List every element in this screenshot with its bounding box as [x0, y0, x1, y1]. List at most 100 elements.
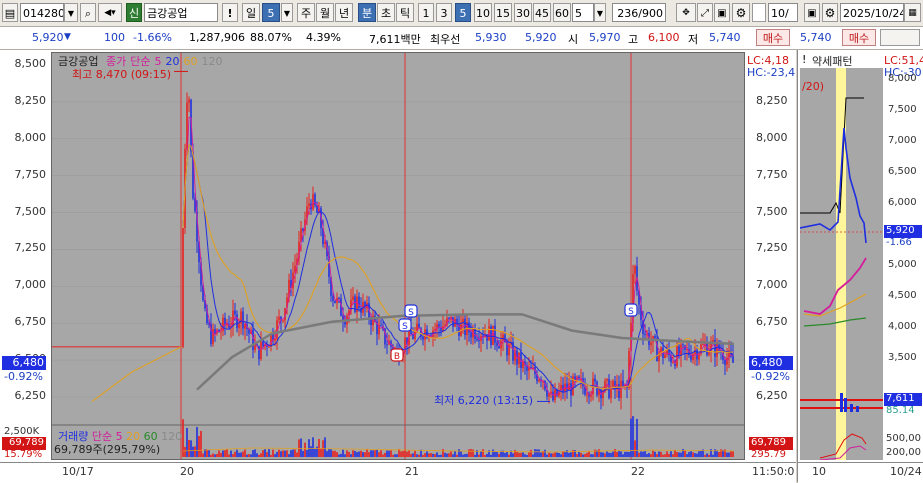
volume-bar — [410, 453, 412, 457]
period-num-button[interactable]: 5 — [262, 3, 280, 22]
count-range-field[interactable]: 236/900 — [612, 3, 666, 22]
volume-bar — [700, 450, 702, 457]
gear-icon[interactable]: ⚙ — [732, 3, 750, 22]
volume-bar — [238, 452, 240, 457]
alert-icon[interactable]: ! — [222, 3, 238, 22]
right-gear-icon[interactable]: ⚙ — [822, 3, 838, 22]
right-code-field[interactable]: 10/ — [768, 3, 798, 22]
candle-body — [492, 325, 494, 345]
volume-bar — [558, 453, 560, 457]
candle-body — [650, 342, 652, 346]
volume-bar — [520, 452, 522, 457]
chart-plot-area[interactable]: SSBS — [51, 52, 745, 460]
period-dropdown-icon[interactable]: ▼ — [281, 3, 293, 22]
minute-button[interactable]: 분 — [358, 3, 376, 22]
volume-bar — [614, 449, 616, 457]
volume-bar — [706, 453, 708, 457]
interval-button-10[interactable]: 10 — [474, 3, 492, 22]
price-change: 100 — [104, 31, 125, 44]
candle-body — [494, 325, 496, 343]
draw-tool-icon[interactable]: ⤢ — [697, 3, 713, 22]
interval-button-15[interactable]: 15 — [494, 3, 512, 22]
volume-bar — [554, 452, 556, 457]
volume-bar — [602, 452, 604, 457]
x-label-21: 21 — [405, 465, 419, 478]
code-dropdown-icon[interactable]: ▼ — [64, 3, 78, 22]
right-tab-area[interactable] — [880, 29, 920, 46]
volume-bar — [300, 438, 302, 457]
volume-bar — [186, 427, 188, 457]
count-dropdown-icon[interactable]: ▼ — [594, 3, 606, 22]
right-buy-button[interactable]: 매수 — [842, 29, 876, 46]
interval-button-60[interactable]: 60 — [553, 3, 571, 22]
volume-bar — [290, 450, 292, 457]
volume-bar — [680, 452, 682, 457]
week-button[interactable]: 주 — [297, 3, 315, 22]
low-label: 저 — [688, 33, 699, 46]
volume-bar — [282, 450, 284, 457]
menu-icon[interactable]: ▤ — [2, 3, 18, 22]
right-resistance-line — [800, 97, 864, 214]
right-plot-area[interactable] — [800, 68, 883, 460]
volume-bar — [460, 451, 462, 457]
interval-button-30[interactable]: 30 — [514, 3, 532, 22]
candle-body — [226, 324, 228, 326]
left-tick-1: 8,250 — [14, 93, 47, 107]
volume-text: 69,789주(295,79%) — [54, 443, 161, 456]
buy-button[interactable]: 매수 — [756, 29, 790, 46]
candle-body — [706, 343, 708, 356]
ma60-pre-line — [91, 346, 182, 402]
interval-button-5[interactable]: 5 — [455, 3, 471, 22]
volume-bar — [662, 454, 664, 457]
volume-bar — [404, 449, 406, 457]
open-label: 시 — [568, 33, 579, 46]
sell-signal-text: S — [408, 308, 414, 318]
second-button[interactable]: 초 — [377, 3, 395, 22]
volume-bar — [506, 452, 508, 457]
candle-body — [656, 338, 658, 362]
volume-bar — [308, 439, 310, 457]
candle-body — [424, 329, 426, 340]
period-day-button[interactable]: 일 — [242, 3, 260, 22]
right-save-icon[interactable]: ▣ — [804, 3, 820, 22]
volume-bar — [670, 451, 672, 457]
volume-bar — [530, 449, 532, 457]
candle-body — [470, 332, 472, 338]
year-button[interactable]: 년 — [335, 3, 353, 22]
volume-bar — [346, 450, 348, 457]
crosshair-icon[interactable]: ✥ — [676, 3, 696, 22]
candle-body — [606, 379, 608, 381]
volume-bar — [692, 452, 694, 457]
candle-body — [654, 335, 656, 339]
right-vol-bar — [840, 393, 843, 412]
company-name-field[interactable]: 금강공업 — [144, 3, 218, 22]
sound-icon[interactable]: ◀▾ — [98, 3, 122, 22]
volume-bar — [392, 454, 394, 457]
checkbox[interactable] — [752, 3, 766, 22]
right-pane-prefix: ! — [802, 53, 807, 66]
search-icon[interactable]: ⌕ — [80, 3, 96, 22]
count-select[interactable]: 5 — [572, 3, 594, 22]
right-vol-tick-2: 200,00 — [886, 447, 921, 458]
volume-bar — [464, 454, 466, 457]
candle-body — [214, 329, 216, 333]
interval-button-1[interactable]: 1 — [418, 3, 434, 22]
stock-code-input[interactable]: 014280 — [20, 3, 64, 22]
rp-tick-0: 8,000 — [888, 73, 917, 84]
interval-button-45[interactable]: 45 — [533, 3, 551, 22]
volume-bar — [364, 452, 366, 457]
right-vol-sub: 85.14 — [886, 405, 915, 416]
date-field[interactable]: 2025/10/24 — [840, 3, 904, 22]
tick-button[interactable]: 틱 — [396, 3, 414, 22]
right-pane: ! 약세패턴 /20) LC:51,4 HC:-30 8,000 7,500 7,0… — [797, 50, 923, 483]
volume-bar — [598, 449, 600, 457]
volume-bar — [406, 451, 408, 457]
month-button[interactable]: 월 — [316, 3, 334, 22]
candle-body — [262, 341, 264, 347]
calendar-icon[interactable]: ▦ — [904, 3, 921, 22]
volume-bar — [360, 450, 362, 457]
volume-bar — [678, 452, 680, 457]
save-icon[interactable]: ▣ — [714, 3, 730, 22]
interval-button-3[interactable]: 3 — [436, 3, 452, 22]
volume-bar — [578, 452, 580, 457]
